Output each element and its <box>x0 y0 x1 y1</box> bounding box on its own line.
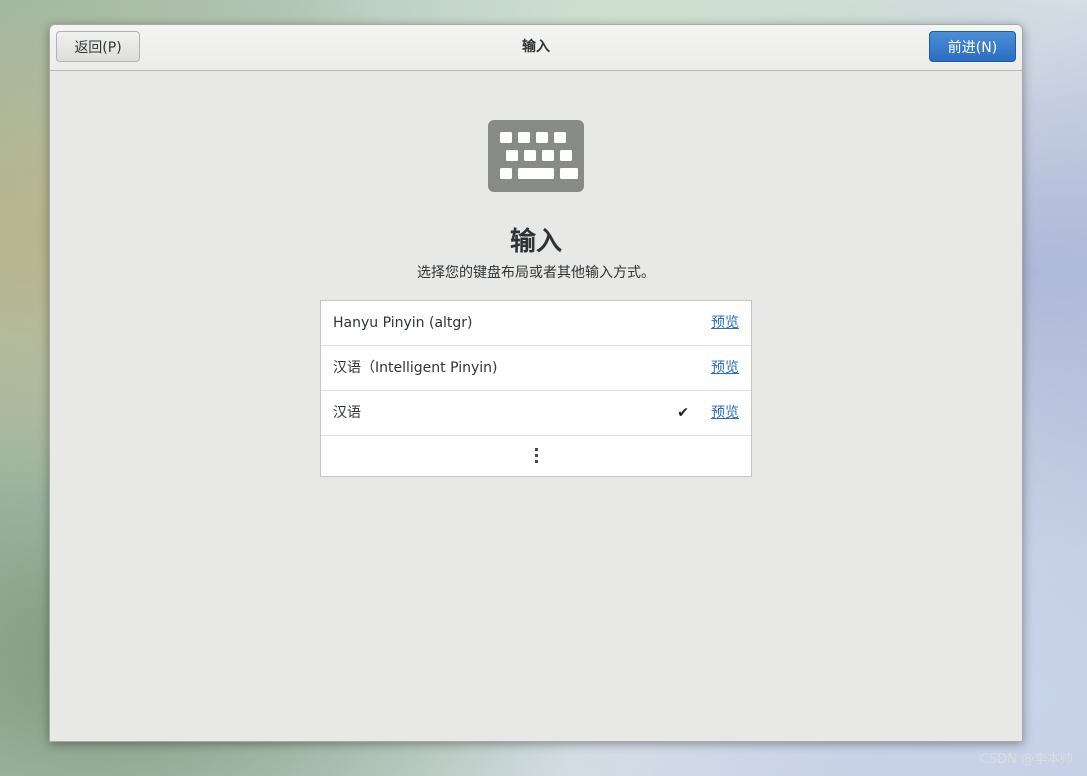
window-title: 输入 <box>522 39 550 55</box>
header-bar: 返回(P) 输入 前进(N) <box>50 25 1022 71</box>
preview-link[interactable]: 预览 <box>711 391 739 435</box>
input-source-list: Hanyu Pinyin (altgr) 预览 汉语（Intelligent P… <box>320 300 752 477</box>
input-source-row[interactable]: 汉语 ✔ 预览 <box>321 391 751 436</box>
preview-link[interactable]: 预览 <box>711 301 739 345</box>
checkmark-icon: ✔ <box>677 405 689 421</box>
preview-link[interactable]: 预览 <box>711 346 739 390</box>
vertical-ellipsis-icon <box>534 448 538 464</box>
input-source-name: Hanyu Pinyin (altgr) <box>333 315 473 331</box>
input-source-name: 汉语（Intelligent Pinyin) <box>333 360 498 376</box>
more-input-sources-button[interactable] <box>321 436 751 476</box>
setup-window: 返回(P) 输入 前进(N) 输入 选择您的键盘布局或者其他输入方式。 Hany… <box>49 24 1023 742</box>
page-subtitle: 选择您的键盘布局或者其他输入方式。 <box>417 265 655 281</box>
back-button[interactable]: 返回(P) <box>56 31 140 62</box>
page-heading: 输入 <box>509 227 562 257</box>
input-source-row[interactable]: Hanyu Pinyin (altgr) 预览 <box>321 301 751 346</box>
watermark: CSDN @李本帅 <box>979 752 1073 767</box>
next-button[interactable]: 前进(N) <box>929 31 1016 62</box>
input-source-name: 汉语 <box>333 405 361 421</box>
input-source-row[interactable]: 汉语（Intelligent Pinyin) 预览 <box>321 346 751 391</box>
keyboard-icon <box>488 120 584 192</box>
